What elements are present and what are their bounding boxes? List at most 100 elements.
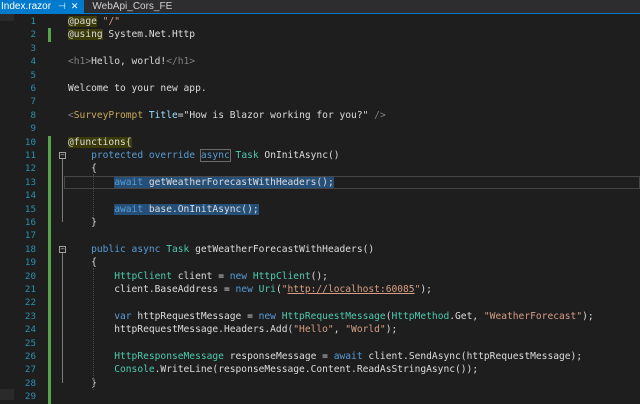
line-number: 12: [24, 163, 36, 175]
code-line[interactable]: @functions{: [68, 136, 132, 149]
line-number: 5: [30, 69, 36, 81]
tab-index-razor[interactable]: Index.razor ⊣ ✕: [0, 0, 85, 13]
code-token: HttpClient: [114, 270, 172, 282]
code-token: base.OnInitAsync();: [143, 203, 259, 215]
code-token: client.SendAsync(httpRequestMessage);: [362, 351, 583, 362]
line-number: 6: [30, 83, 36, 94]
code-token: getWeatherForecastWithHeaders(): [189, 243, 375, 255]
code-token: new: [235, 284, 253, 295]
tab-webapi-cors-fe[interactable]: WebApi_Cors_FE: [84, 0, 178, 13]
code-token: await: [114, 203, 144, 215]
code-token: {: [68, 257, 97, 269]
line-number: 21: [24, 284, 36, 295]
code-line[interactable]: Console.WriteLine(responseMessage.Conten…: [68, 363, 478, 376]
code-token: @functions{: [68, 136, 132, 148]
code-token: OnInitAsync(): [258, 150, 340, 161]
code-line[interactable]: httpRequestMessage.Headers.Add("Hello", …: [68, 323, 397, 336]
code-editor[interactable]: 1 2 3 4 5 6 7 8 9 10 11 12 13 14 15 16 17 18 19 20 21 22 23 24 2…: [0, 14, 640, 404]
code-line[interactable]: @using System.Net.Http: [68, 28, 195, 41]
line-number: 2: [30, 29, 36, 41]
code-token: />: [368, 109, 386, 121]
code-token: protected: [91, 150, 144, 161]
code-token: Welcome to your new app.: [68, 83, 207, 94]
pin-icon[interactable]: ⊣: [58, 1, 66, 12]
code-token: new: [258, 310, 276, 322]
line-number: 15: [24, 203, 36, 215]
code-token: SurveyPrompt: [73, 109, 144, 121]
tab-label: Index.razor: [1, 1, 52, 12]
document-tab-bar: Index.razor ⊣ ✕ WebApi_Cors_FE: [0, 0, 640, 14]
code-line[interactable]: await base.OnInitAsync();: [68, 203, 259, 216]
code-line[interactable]: <SurveyPrompt Title="How is Blazor worki…: [68, 109, 386, 122]
outline-line: [62, 252, 63, 383]
collapse-icon[interactable]: −: [59, 152, 66, 159]
code-token: client =: [171, 270, 230, 282]
tab-label: WebApi_Cors_FE: [92, 1, 173, 12]
close-icon[interactable]: ✕: [71, 1, 79, 12]
change-indicator: [48, 135, 51, 404]
line-number: 1: [30, 16, 36, 27]
code-token: {: [68, 163, 97, 175]
margin-indicator: [0, 389, 14, 400]
line-number: 25: [24, 337, 36, 349]
line-number: 27: [24, 364, 36, 376]
code-token: @using: [68, 29, 103, 41]
code-line[interactable]: <h1>Hello, world!</h1>: [68, 55, 195, 68]
code-token: .Get,: [449, 310, 484, 322]
line-number: 14: [24, 190, 36, 202]
collapse-icon[interactable]: −: [59, 245, 66, 253]
code-line[interactable]: public async Task getWeatherForecastWith…: [68, 243, 374, 256]
line-number: 28: [24, 377, 36, 389]
code-line[interactable]: }: [68, 216, 97, 229]
code-token: HttpResponseMessage: [114, 351, 224, 362]
code-token: }: [68, 217, 97, 228]
code-line[interactable]: @page "/": [68, 15, 120, 28]
current-line-highlight: [64, 175, 640, 189]
code-token: public: [91, 243, 126, 255]
code-token: "How is Blazor working for you?": [183, 109, 369, 121]
code-token: override: [148, 150, 196, 161]
code-token: Uri: [258, 284, 276, 295]
code-token: responseMessage =: [223, 351, 334, 362]
line-number: 26: [24, 351, 36, 362]
code-token: async: [199, 149, 231, 162]
line-number: 4: [30, 56, 36, 68]
code-token: await: [333, 351, 363, 362]
code-line[interactable]: client.BaseAddress = new Uri("http://loc…: [68, 283, 432, 296]
code-token: "World": [345, 324, 386, 336]
code-token: ,: [333, 324, 346, 336]
code-token: );: [420, 284, 432, 295]
code-token: Task: [235, 150, 259, 161]
code-token: new: [229, 270, 248, 282]
code-token: HttpRequestMessage: [281, 310, 386, 322]
line-number: 9: [30, 123, 36, 135]
code-token: );: [582, 310, 594, 322]
line-number: 16: [24, 217, 36, 228]
code-line[interactable]: Welcome to your new app.: [68, 82, 207, 95]
line-number: 3: [30, 42, 36, 54]
code-line[interactable]: HttpClient client = new HttpClient();: [68, 270, 328, 283]
code-token: ();: [310, 270, 328, 282]
code-token: var: [114, 310, 132, 322]
line-number: 24: [24, 324, 36, 336]
line-number: 23: [24, 310, 36, 322]
code-line[interactable]: HttpResponseMessage responseMessage = aw…: [68, 350, 582, 363]
code-line[interactable]: protected override async Task OnInitAsyn…: [68, 149, 340, 162]
line-number: 10: [24, 136, 36, 148]
code-token: "/": [102, 16, 120, 27]
code-token: Task: [166, 243, 190, 255]
outline-line: [62, 159, 63, 222]
code-token: Title: [148, 109, 178, 121]
code-token: Console: [114, 364, 155, 376]
code-token: async: [131, 243, 161, 255]
code-token: @page: [68, 16, 97, 27]
line-number: 13: [24, 176, 36, 188]
code-token: System.Net.Http: [102, 29, 196, 41]
code-line[interactable]: var httpRequestMessage = new HttpRequest…: [68, 310, 594, 323]
